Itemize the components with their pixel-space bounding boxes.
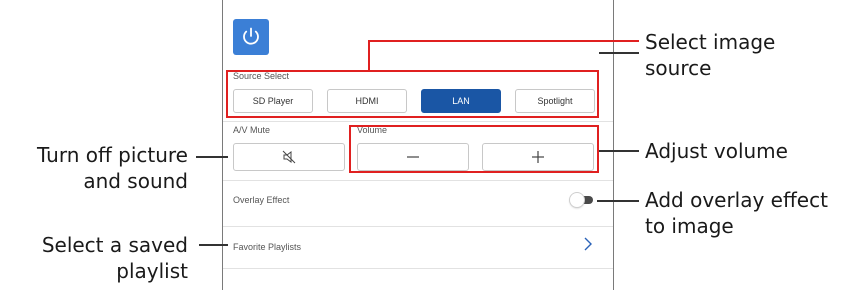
av-mute-label: A/V Mute: [233, 125, 271, 135]
divider: [223, 180, 613, 181]
favorite-playlists-row[interactable]: Favorite Playlists: [223, 227, 613, 265]
leader-line-spacer: [369, 52, 599, 53]
leader-line: [196, 156, 228, 158]
callout-line: Select image: [645, 30, 776, 54]
source-select-highlight: [226, 70, 599, 118]
callout-add-overlay-effect: Add overlay effect to image: [645, 187, 828, 239]
callout-line: Adjust volume: [645, 139, 788, 163]
callout-line: Add overlay effect: [645, 188, 828, 212]
leader-line: [599, 52, 639, 54]
chevron-right-icon[interactable]: [583, 237, 593, 251]
mute-icon: [282, 150, 296, 164]
volume-highlight: [349, 125, 599, 173]
callout-line: to image: [645, 214, 734, 238]
callout-line: source: [645, 56, 712, 80]
source-connector: [368, 40, 370, 70]
callout-line: Select a saved: [41, 233, 188, 257]
power-button[interactable]: [233, 19, 269, 55]
callout-line: Turn off picture: [37, 143, 188, 167]
toggle-knob: [570, 193, 584, 207]
leader-line: [199, 244, 228, 246]
callout-line: and sound: [83, 169, 188, 193]
leader-line: [597, 200, 639, 202]
favorite-playlists-label: Favorite Playlists: [233, 242, 302, 252]
divider: [223, 268, 613, 269]
callout-adjust-volume: Adjust volume: [645, 138, 788, 164]
callout-select-image-source: Select image source: [645, 29, 775, 81]
divider: [223, 121, 613, 122]
callout-turn-off-picture: Turn off picture and sound: [37, 142, 188, 194]
overlay-effect-label: Overlay Effect: [233, 195, 290, 205]
av-mute-button[interactable]: [233, 143, 345, 171]
source-connector: [368, 40, 639, 42]
power-icon: [243, 27, 259, 45]
leader-line: [599, 150, 639, 152]
overlay-effect-toggle[interactable]: [570, 193, 594, 207]
callout-line: playlist: [116, 259, 188, 283]
callout-select-saved-playlist: Select a saved playlist: [42, 232, 188, 284]
